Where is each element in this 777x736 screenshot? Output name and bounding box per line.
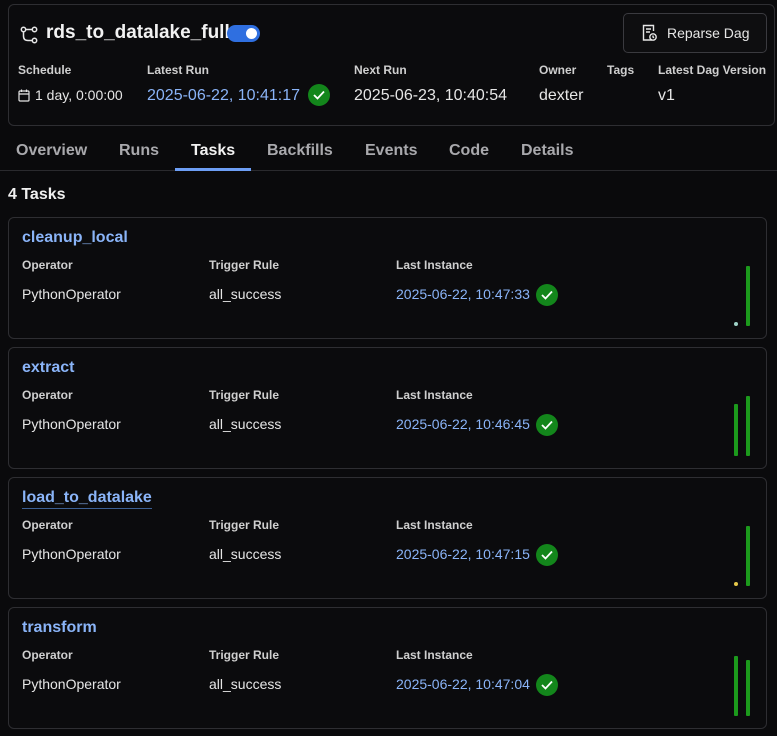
tab-runs[interactable]: Runs: [119, 142, 159, 160]
tab-code[interactable]: Code: [449, 142, 489, 160]
dag-graph-icon: [20, 26, 38, 44]
trigger-rule-value: all_success: [209, 676, 282, 692]
task-name-link[interactable]: cleanup_local: [22, 229, 128, 247]
task-name-link[interactable]: extract: [22, 359, 74, 377]
operator-label: Operator: [22, 648, 73, 662]
task-card: transform Operator Trigger Rule Last Ins…: [8, 607, 767, 729]
schedule-value-text: 1 day, 0:00:00: [35, 87, 123, 103]
latest-run-label: Latest Run: [147, 63, 210, 77]
tab-tasks[interactable]: Tasks: [191, 142, 235, 160]
task-duration-bar[interactable]: [734, 404, 738, 456]
trigger-rule-label: Trigger Rule: [209, 388, 280, 402]
success-check-icon: [536, 674, 558, 696]
task-instance-dot[interactable]: [734, 322, 738, 326]
owner-value[interactable]: dexter: [539, 87, 583, 105]
trigger-rule-value: all_success: [209, 416, 282, 432]
operator-label: Operator: [22, 518, 73, 532]
reparse-dag-label: Reparse Dag: [667, 25, 750, 41]
dag-version-label: Latest Dag Version: [658, 63, 767, 77]
last-instance-label: Last Instance: [396, 518, 473, 532]
task-duration-bar[interactable]: [746, 266, 750, 326]
dag-pause-toggle[interactable]: [227, 25, 260, 42]
operator-value: PythonOperator: [22, 676, 121, 692]
task-card: load_to_datalake Operator Trigger Rule L…: [8, 477, 767, 599]
success-check-icon: [536, 284, 558, 306]
next-run-value: 2025-06-23, 10:40:54: [354, 87, 508, 104]
operator-value: PythonOperator: [22, 286, 121, 302]
last-instance-link[interactable]: 2025-06-22, 10:47:33: [396, 286, 530, 302]
tab-events[interactable]: Events: [365, 142, 417, 160]
task-duration-bar[interactable]: [746, 396, 750, 456]
operator-label: Operator: [22, 388, 73, 402]
tab-backfills[interactable]: Backfills: [267, 142, 333, 160]
last-instance-label: Last Instance: [396, 258, 473, 272]
next-run-label: Next Run: [354, 63, 407, 77]
schedule-value: 1 day, 0:00:00: [18, 87, 123, 103]
tasks-count-heading: 4 Tasks: [8, 186, 66, 203]
last-instance-link[interactable]: 2025-06-22, 10:47:04: [396, 676, 530, 692]
task-instance-dot[interactable]: [734, 582, 738, 586]
trigger-rule-value: all_success: [209, 546, 282, 562]
dag-title: rds_to_datalake_full: [46, 22, 230, 43]
operator-value: PythonOperator: [22, 546, 121, 562]
task-name-link[interactable]: load_to_datalake: [22, 489, 152, 509]
task-card: extract Operator Trigger Rule Last Insta…: [8, 347, 767, 469]
trigger-rule-label: Trigger Rule: [209, 648, 280, 662]
reparse-file-icon: [642, 24, 657, 41]
latest-run-link[interactable]: 2025-06-22, 10:41:17: [147, 87, 300, 105]
dag-tabs: Overview Runs Tasks Backfills Events Cod…: [0, 132, 777, 171]
operator-label: Operator: [22, 258, 73, 272]
owner-label: Owner: [539, 63, 577, 77]
last-instance-label: Last Instance: [396, 388, 473, 402]
active-tab-indicator: [175, 168, 251, 171]
success-check-icon: [536, 544, 558, 566]
schedule-label: Schedule: [18, 63, 72, 77]
trigger-rule-value: all_success: [209, 286, 282, 302]
success-check-icon: [308, 84, 330, 106]
tags-label: Tags: [607, 63, 635, 77]
task-duration-bar[interactable]: [734, 656, 738, 716]
task-card: cleanup_local Operator Trigger Rule Last…: [8, 217, 767, 339]
dag-header: rds_to_datalake_full Reparse Dag Schedul…: [8, 4, 775, 126]
tab-overview[interactable]: Overview: [16, 142, 87, 160]
dag-version-value: v1: [658, 87, 675, 104]
task-name-link[interactable]: transform: [22, 619, 97, 637]
trigger-rule-label: Trigger Rule: [209, 258, 280, 272]
last-instance-label: Last Instance: [396, 648, 473, 662]
calendar-icon: [18, 89, 30, 102]
task-duration-bar[interactable]: [746, 660, 750, 716]
success-check-icon: [536, 414, 558, 436]
reparse-dag-button[interactable]: Reparse Dag: [623, 13, 767, 53]
last-instance-link[interactable]: 2025-06-22, 10:47:15: [396, 546, 530, 562]
tab-details[interactable]: Details: [521, 142, 573, 160]
last-instance-link[interactable]: 2025-06-22, 10:46:45: [396, 416, 530, 432]
task-duration-bar[interactable]: [746, 526, 750, 586]
operator-value: PythonOperator: [22, 416, 121, 432]
trigger-rule-label: Trigger Rule: [209, 518, 280, 532]
